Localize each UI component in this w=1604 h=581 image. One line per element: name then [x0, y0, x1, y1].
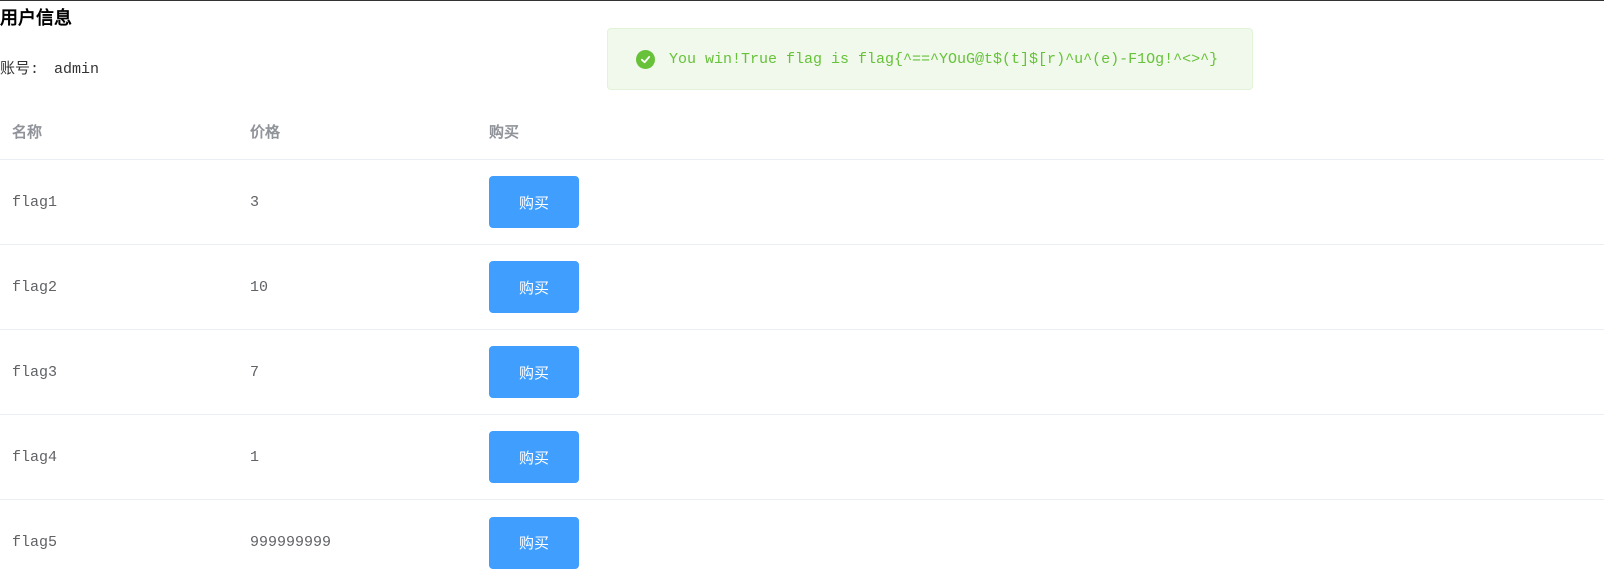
buy-button-flag1[interactable]: 购买: [489, 176, 579, 228]
header-price: 价格: [250, 123, 281, 141]
alert-message: You win!True flag is flag{^==^YOuG@t$(t]…: [669, 50, 1219, 68]
buy-button-flag2[interactable]: 购买: [489, 261, 579, 313]
table-row: flag3 7 购买: [0, 330, 1604, 415]
row-price: 3: [250, 193, 260, 211]
row-name: flag5: [12, 534, 58, 551]
flag-table: 名称 价格 购买 flag1 3 购买 flag2 10 购买 flag3 7 …: [0, 104, 1604, 581]
table-header: 名称 价格 购买: [0, 104, 1604, 160]
row-price: 10: [250, 278, 269, 296]
row-price: 999999999: [250, 534, 332, 551]
row-name: flag4: [12, 448, 58, 466]
page-title: 用户信息: [0, 8, 72, 29]
header-buy: 购买: [489, 123, 520, 141]
table-row: flag5 999999999 购买: [0, 500, 1604, 581]
account-info: 账号: admin: [0, 57, 99, 78]
row-price: 7: [250, 363, 260, 381]
table-row: flag2 10 购买: [0, 245, 1604, 330]
buy-button-flag3[interactable]: 购买: [489, 346, 579, 398]
buy-button-flag4[interactable]: 购买: [489, 431, 579, 483]
buy-button-flag5[interactable]: 购买: [489, 516, 579, 569]
row-name: flag2: [12, 278, 58, 296]
table-row: flag1 3 购买: [0, 160, 1604, 245]
row-price: 1: [250, 448, 260, 466]
top-border: [0, 0, 1604, 1]
row-name: flag1: [12, 193, 58, 211]
row-name: flag3: [12, 363, 58, 381]
account-value: admin: [54, 61, 100, 78]
success-alert: You win!True flag is flag{^==^YOuG@t$(t]…: [607, 28, 1253, 90]
account-label: 账号:: [0, 61, 40, 78]
check-circle-icon: [636, 49, 655, 69]
table-row: flag4 1 购买: [0, 415, 1604, 500]
header-name: 名称: [12, 123, 43, 141]
